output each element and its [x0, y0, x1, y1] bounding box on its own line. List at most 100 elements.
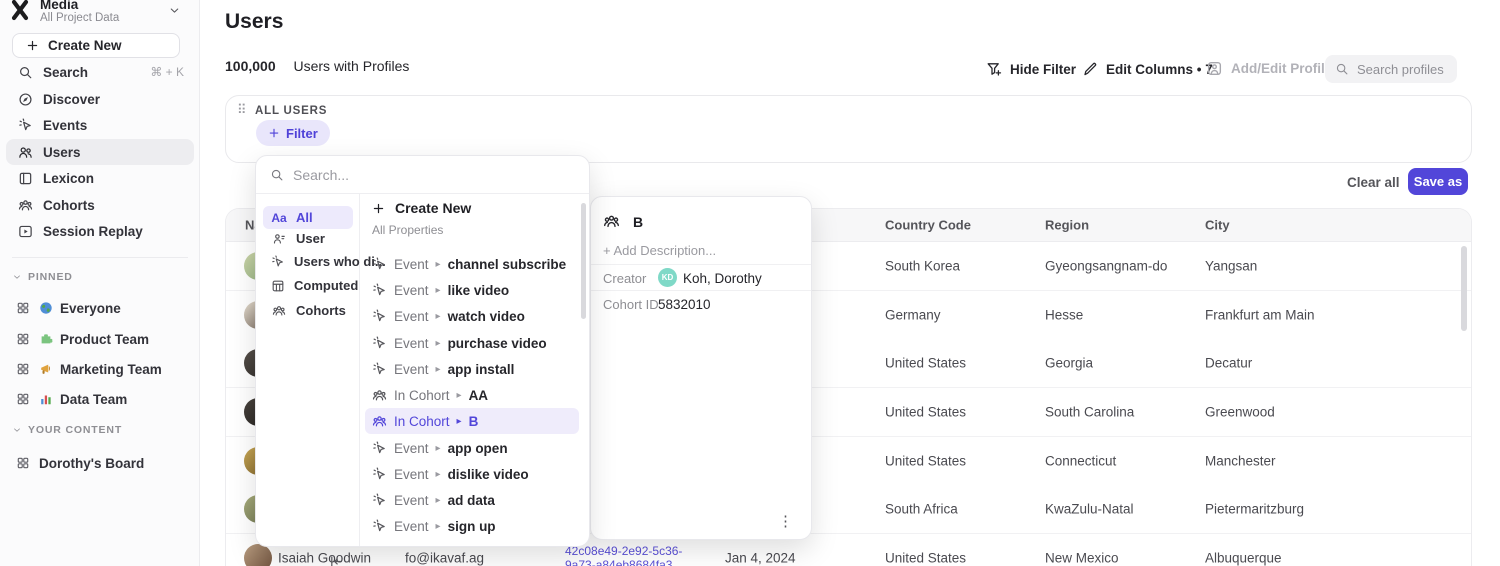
- dropdown-create-new[interactable]: Create New: [372, 200, 471, 216]
- profile-count-label: Users with Profiles: [294, 58, 410, 74]
- sidebar-item-label: Cohorts: [43, 198, 95, 213]
- filter-dropdown: Aa All User Users who di... Computed Coh…: [255, 155, 590, 547]
- board-grid-icon: [16, 456, 30, 470]
- save-as-button[interactable]: Save as: [1408, 168, 1468, 195]
- dropdown-scrollbar[interactable]: [581, 203, 586, 319]
- chevron-down-icon: [12, 272, 22, 282]
- chevron-separator: ▸: [436, 285, 441, 296]
- sidebar-item-lexicon[interactable]: Lexicon: [6, 165, 194, 191]
- property-item-app-open[interactable]: Event▸app open: [365, 435, 579, 461]
- cell-city: Yangsan: [1205, 259, 1257, 274]
- add-description-link[interactable]: + Add Description...: [603, 243, 716, 258]
- property-item-ad-data[interactable]: Event▸ad data: [365, 487, 579, 513]
- add-edit-profile-button[interactable]: Add/Edit Profile: [1206, 60, 1332, 77]
- project-name[interactable]: Media: [40, 0, 78, 12]
- property-item-dislike-video[interactable]: Event▸dislike video: [365, 461, 579, 487]
- plus-icon: [268, 127, 280, 139]
- table-scrollbar[interactable]: [1461, 246, 1467, 331]
- sidebar-board-marketing-team[interactable]: Marketing Team: [8, 356, 192, 382]
- cell-city: Decatur: [1205, 356, 1252, 371]
- property-item-in-cohort-aa[interactable]: In Cohort▸AA: [365, 382, 579, 408]
- add-edit-profile-label: Add/Edit Profile: [1231, 61, 1332, 76]
- sidebar-item-events[interactable]: Events: [6, 112, 194, 138]
- tab-users-who-did[interactable]: Users who di...: [263, 250, 353, 273]
- hide-filter-button[interactable]: Hide Filter: [986, 61, 1076, 77]
- property-item-app-install[interactable]: Event▸app install: [365, 356, 579, 382]
- drag-handle-icon[interactable]: ⠿: [237, 102, 247, 118]
- search-icon: [270, 168, 284, 182]
- dropdown-category-tabs: Aa All User Users who di... Computed Coh…: [256, 194, 360, 546]
- column-header-city[interactable]: City: [1205, 218, 1230, 233]
- cell-city: Manchester: [1205, 454, 1276, 469]
- sidebar-board-dorothys-board[interactable]: Dorothy's Board: [8, 450, 192, 476]
- your-content-label: YOUR CONTENT: [28, 424, 122, 436]
- sidebar-item-label: Lexicon: [43, 171, 94, 186]
- lexicon-book-icon: [18, 171, 33, 186]
- sidebar-item-discover[interactable]: Discover: [6, 86, 194, 112]
- create-new-label: Create New: [48, 38, 122, 53]
- add-filter-button[interactable]: Filter: [256, 120, 330, 146]
- clear-all-button[interactable]: Clear all: [1347, 175, 1400, 190]
- column-header-region[interactable]: Region: [1045, 218, 1089, 233]
- filter-card: ⠿ ALL USERS Filter: [225, 95, 1472, 163]
- cell-city: Greenwood: [1205, 405, 1275, 420]
- pinned-section-header[interactable]: PINNED: [12, 271, 73, 283]
- cell-region: KwaZulu-Natal: [1045, 502, 1134, 517]
- dropdown-search-row: [256, 156, 589, 194]
- event-cursor-icon: [372, 283, 387, 298]
- more-options-icon[interactable]: ⋮: [778, 517, 793, 527]
- sidebar-item-users[interactable]: Users: [6, 139, 194, 165]
- add-filter-label: Filter: [286, 126, 318, 141]
- cell-distinct-id[interactable]: 42c08e49-2e92-5c36- 9a73-a84eb8684fa3: [565, 544, 682, 566]
- cell-country: Germany: [885, 308, 941, 323]
- puzzle-emoji-icon: [39, 332, 53, 346]
- chevron-down-icon[interactable]: [168, 4, 181, 17]
- create-new-button[interactable]: Create New: [12, 33, 180, 58]
- property-item-purchase-video[interactable]: Event▸purchase video: [365, 330, 579, 356]
- event-cursor-icon: [372, 519, 387, 534]
- cell-region: New Mexico: [1045, 551, 1119, 566]
- search-profiles-input[interactable]: [1357, 62, 1447, 77]
- tab-label: Computed: [294, 278, 358, 293]
- collapse-panel-icon[interactable]: [329, 554, 344, 566]
- event-cursor-icon: [372, 362, 387, 377]
- chevron-separator: ▸: [436, 469, 441, 480]
- cohort-people-icon: [272, 304, 286, 318]
- dropdown-search-input[interactable]: [293, 167, 543, 183]
- distinct-id-line2: 9a73-a84eb8684fa3: [565, 558, 682, 566]
- cell-country: South Africa: [885, 502, 958, 517]
- chevron-separator: ▸: [457, 416, 462, 427]
- sidebar-board-everyone[interactable]: Everyone: [8, 295, 192, 321]
- tab-computed[interactable]: Computed: [263, 274, 353, 297]
- property-item-sign-up[interactable]: Event▸sign up: [365, 513, 579, 539]
- chevron-separator: ▸: [436, 495, 441, 506]
- cell-city: Albuquerque: [1205, 551, 1282, 566]
- sidebar-item-cohorts[interactable]: Cohorts: [6, 192, 194, 218]
- property-item-in-cohort-b[interactable]: In Cohort▸B: [365, 408, 579, 434]
- column-header-country[interactable]: Country Code: [885, 218, 971, 233]
- creator-avatar: KD: [658, 268, 677, 287]
- tab-all[interactable]: Aa All: [263, 206, 353, 229]
- creator-name: Koh, Dorothy: [683, 271, 762, 286]
- event-cursor-icon: [372, 309, 387, 324]
- property-item-channel-subscribe[interactable]: Event▸channel subscribe: [365, 251, 579, 277]
- edit-columns-button[interactable]: Edit Columns • 7: [1082, 61, 1213, 77]
- cohort-people-icon: [372, 414, 387, 429]
- property-item-watch-video[interactable]: Event▸watch video: [365, 303, 579, 329]
- board-label: Product Team: [60, 332, 149, 347]
- sidebar-item-search[interactable]: Search ⌘ + K: [6, 59, 194, 85]
- tab-user[interactable]: User: [263, 227, 353, 250]
- your-content-section-header[interactable]: YOUR CONTENT: [12, 424, 122, 436]
- profile-card-icon: [1206, 60, 1223, 77]
- cell-country: United States: [885, 454, 966, 469]
- property-item-like-video[interactable]: Event▸like video: [365, 277, 579, 303]
- pencil-icon: [1082, 61, 1098, 77]
- tab-cohorts[interactable]: Cohorts: [263, 299, 353, 322]
- sidebar-item-session-replay[interactable]: Session Replay: [6, 218, 194, 244]
- plus-icon: [372, 202, 385, 215]
- avatar: [244, 544, 272, 566]
- sidebar-board-product-team[interactable]: Product Team: [8, 326, 192, 352]
- event-cursor-icon: [271, 255, 285, 269]
- sidebar-board-data-team[interactable]: Data Team: [8, 386, 192, 412]
- cell-date: Jan 4, 2024: [725, 551, 796, 566]
